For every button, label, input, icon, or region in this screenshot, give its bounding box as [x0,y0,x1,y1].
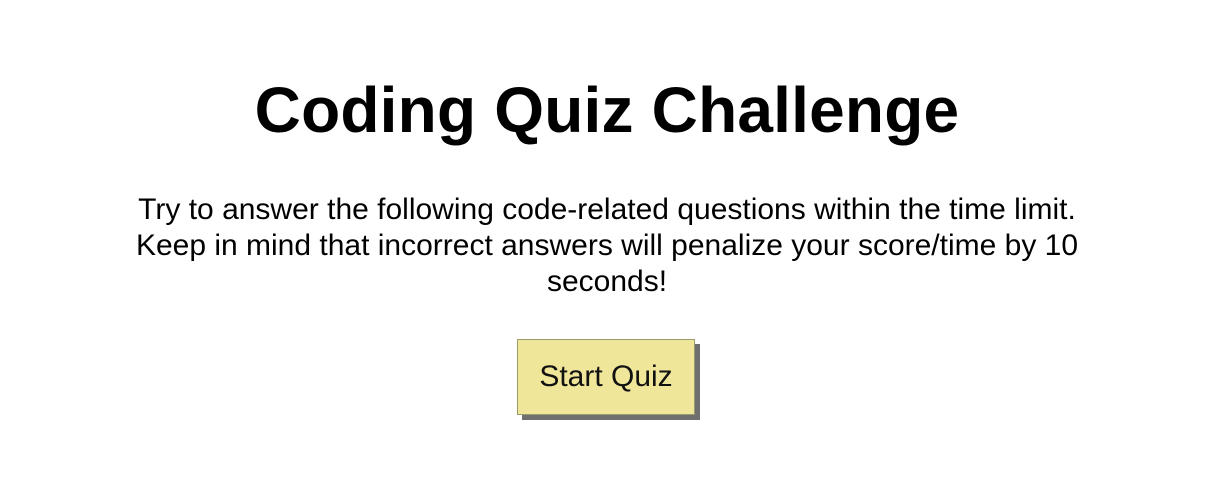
quiz-description: Try to answer the following code-related… [135,193,1079,298]
quiz-start-screen: Coding Quiz Challenge Try to answer the … [0,0,1206,484]
page-title: Coding Quiz Challenge [254,74,960,146]
start-quiz-button[interactable]: Start Quiz [517,339,695,415]
